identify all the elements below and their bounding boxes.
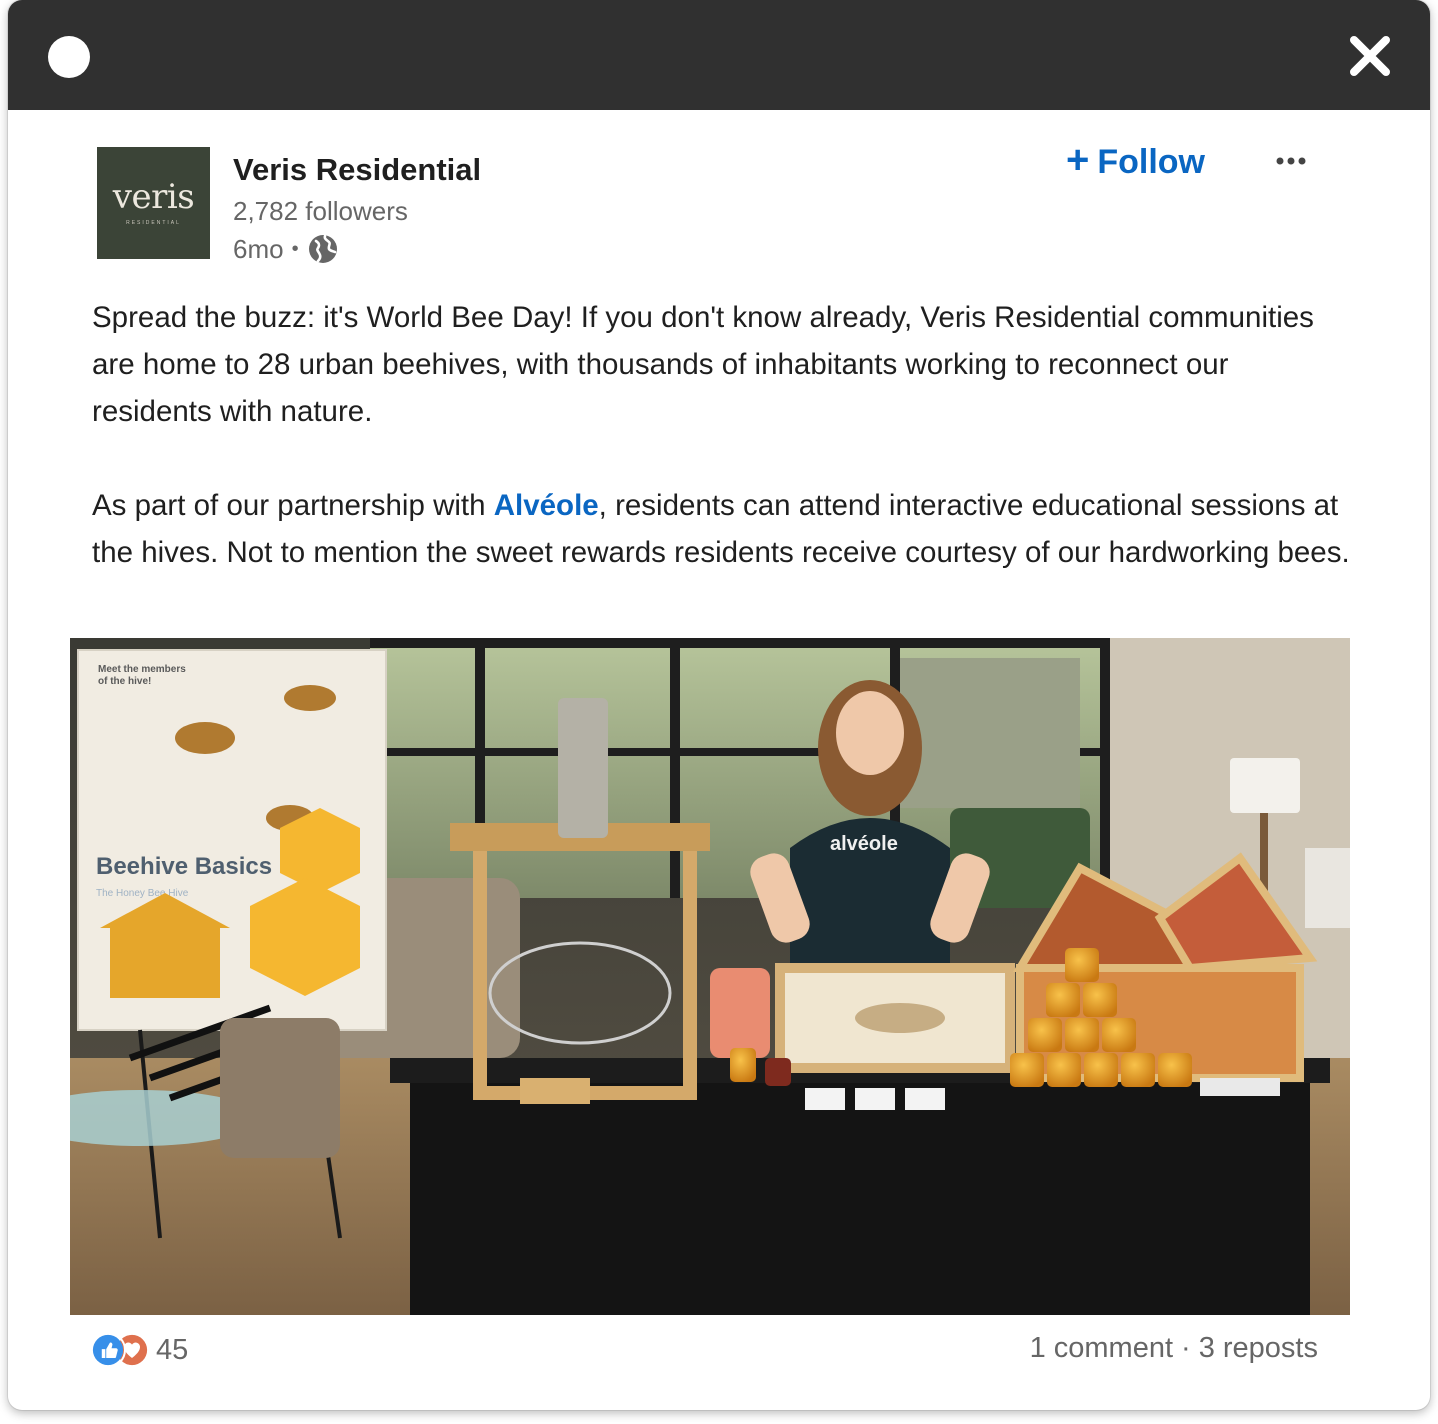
ellipsis-icon[interactable] bbox=[1272, 146, 1310, 176]
logo-subtext: RESIDENTIAL bbox=[126, 220, 181, 226]
window-titlebar bbox=[8, 0, 1430, 110]
company-logo[interactable]: veris RESIDENTIAL bbox=[97, 147, 210, 259]
follow-label: Follow bbox=[1097, 142, 1206, 181]
post-paragraph-2: As part of our partnership with Alvéole,… bbox=[92, 482, 1352, 576]
reposts-link[interactable]: 3 reposts bbox=[1199, 1332, 1318, 1365]
post-body: Spread the buzz: it's World Bee Day! If … bbox=[92, 294, 1352, 576]
paragraph-2-start: As part of our partnership with bbox=[92, 489, 494, 522]
svg-text:Beehive Basics: Beehive Basics bbox=[96, 853, 272, 880]
svg-text:alvéole: alvéole bbox=[830, 833, 898, 855]
follower-count: 2,782 followers bbox=[233, 196, 408, 226]
reaction-count: 45 bbox=[156, 1333, 189, 1366]
event-photo-illustration: Meet the members of the hive! Beehive Ba… bbox=[70, 638, 1350, 1315]
comments-link[interactable]: 1 comment bbox=[1030, 1332, 1173, 1365]
reactions-summary[interactable]: 45 bbox=[90, 1332, 188, 1368]
follow-button[interactable]: + Follow bbox=[1066, 140, 1205, 184]
plus-icon: + bbox=[1066, 138, 1090, 182]
post-age: 6mo bbox=[233, 233, 284, 264]
close-icon[interactable] bbox=[1346, 32, 1394, 80]
meta-separator: • bbox=[291, 237, 299, 260]
logo-wordmark: veris bbox=[112, 177, 195, 217]
engagement-stats: 1 comment · 3 reposts bbox=[1030, 1332, 1318, 1365]
globe-icon bbox=[308, 234, 337, 263]
window-indicator-dot bbox=[48, 36, 90, 78]
post-window: veris RESIDENTIAL Veris Residential 2,78… bbox=[8, 0, 1430, 1410]
company-name[interactable]: Veris Residential bbox=[233, 152, 481, 188]
svg-text:The Honey Bee Hive: The Honey Bee Hive bbox=[96, 888, 189, 899]
engagement-separator: · bbox=[1181, 1332, 1191, 1364]
mention-link[interactable]: Alvéole bbox=[494, 489, 599, 522]
post-image[interactable]: Meet the members of the hive! Beehive Ba… bbox=[70, 638, 1350, 1315]
svg-text:Meet the members: Meet the members bbox=[98, 664, 186, 675]
svg-text:of the hive!: of the hive! bbox=[98, 676, 151, 687]
like-icon bbox=[90, 1332, 126, 1368]
post-paragraph-1: Spread the buzz: it's World Bee Day! If … bbox=[92, 301, 1314, 428]
post-meta: 6mo • bbox=[233, 233, 339, 265]
